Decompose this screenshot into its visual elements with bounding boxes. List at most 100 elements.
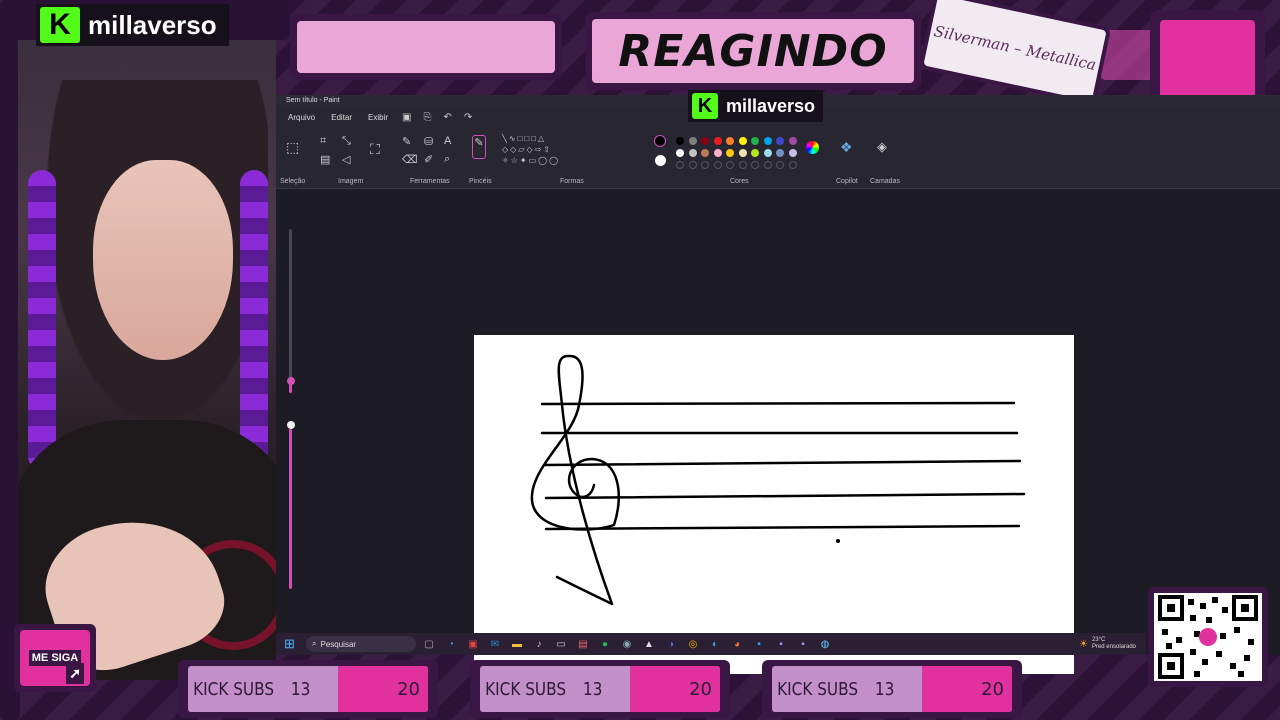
brush-size-slider-handle[interactable] [286, 377, 295, 385]
staff-line [544, 524, 1021, 531]
title-panel: REAGINDO [585, 12, 921, 90]
save-icon[interactable]: ▣ [396, 112, 417, 123]
sub-goal-current: 13 [290, 678, 311, 700]
custom-color-slot[interactable] [788, 161, 797, 169]
music-icon[interactable]: ♪ [530, 637, 548, 651]
browser-icon[interactable]: ◐ [706, 637, 724, 651]
resize-icon[interactable]: ⤡ [342, 135, 351, 148]
selection-icon[interactable]: ⬚ [286, 139, 299, 156]
opacity-slider[interactable] [289, 429, 292, 589]
shapes-gallery[interactable]: ╲∿□□□△ ◇◇▱◇⇨⇧ ✧☆✦▭◯◯ [502, 133, 586, 169]
cursor-dot [836, 539, 840, 543]
crop-icon[interactable]: ⌗ [320, 135, 326, 148]
terminal-icon[interactable]: ▭ [552, 637, 570, 651]
color-swatch[interactable] [776, 149, 784, 157]
color-swatch[interactable] [688, 149, 697, 157]
custom-color-slot[interactable] [701, 161, 709, 169]
custom-color-slot[interactable] [738, 161, 747, 169]
drawing-canvas[interactable] [474, 335, 1074, 674]
color-swatch[interactable] [788, 149, 797, 157]
weather-widget[interactable]: ☀ 23°C Pred ensolarado [1079, 637, 1146, 651]
brush-icon[interactable]: ✎ [472, 135, 486, 159]
brush-size-slider[interactable] [289, 229, 292, 389]
color-swatch[interactable] [763, 137, 772, 145]
brand-name: millaverso [88, 9, 217, 40]
sub-goal-label: KICK SUBS [193, 678, 275, 700]
redo-icon[interactable]: ↷ [458, 112, 478, 123]
taskbar-search[interactable]: ⌕ Pesquisar [306, 636, 416, 652]
opacity-slider-handle[interactable] [286, 421, 295, 429]
custom-color-slot[interactable] [776, 161, 784, 169]
custom-color-slot[interactable] [713, 161, 722, 169]
folder-icon[interactable]: ▬ [508, 637, 526, 651]
color-swatch[interactable] [676, 137, 684, 145]
secondary-color-swatch[interactable] [655, 155, 666, 166]
menu-arquivo[interactable]: Arquivo [280, 113, 323, 122]
steam-icon[interactable]: ◉ [618, 637, 636, 651]
edge-icon[interactable]: ◔ [442, 637, 460, 651]
pencil-icon[interactable]: ✎ [402, 135, 411, 148]
store-icon[interactable]: ▣ [464, 637, 482, 651]
color-swatch[interactable] [751, 149, 759, 157]
chrome-icon[interactable]: ◎ [684, 637, 702, 651]
sub-goal-current: 13 [874, 678, 895, 700]
color-swatch[interactable] [738, 149, 747, 157]
after-effects-icon[interactable]: ▪ [772, 637, 790, 651]
color-swatch[interactable] [713, 137, 722, 145]
outlook-icon[interactable]: ✉ [486, 637, 504, 651]
custom-color-slot[interactable] [751, 161, 759, 169]
text-icon[interactable]: A [444, 135, 451, 147]
custom-color-slot[interactable] [726, 161, 734, 169]
flip-icon[interactable]: ◁ [342, 153, 350, 166]
firefox-icon[interactable]: ◕ [728, 637, 746, 651]
custom-color-slot[interactable] [688, 161, 697, 169]
canvas-area [276, 189, 1280, 674]
group-label-copilot: Copilot [836, 178, 858, 185]
color-swatch[interactable] [676, 149, 684, 157]
globe-icon[interactable]: ◍ [816, 637, 834, 651]
color-swatch[interactable] [763, 149, 772, 157]
song-tag-text: Silverman – Metallica [932, 22, 1098, 74]
eraser-icon[interactable]: ⌫ [402, 153, 418, 166]
sub-goal-bar: KICK SUBS 13 20 [762, 660, 1022, 718]
sub-goal-bar: KICK SUBS 13 20 [470, 660, 730, 718]
color-swatch[interactable] [726, 149, 734, 157]
color-swatch[interactable] [776, 137, 784, 145]
brand-name: millaverso [726, 95, 816, 116]
edit-colors-icon[interactable] [806, 141, 819, 154]
color-swatch[interactable] [701, 137, 709, 145]
discord-icon[interactable]: ◑ [662, 637, 680, 651]
menu-exibir[interactable]: Exibir [360, 113, 396, 122]
windows-start-icon[interactable]: ⊞ [284, 636, 302, 652]
primary-color-swatch[interactable] [654, 135, 666, 147]
layers-icon[interactable]: ◈ [877, 139, 887, 155]
color-swatch[interactable] [751, 137, 759, 145]
file-explorer-icon[interactable]: ▢ [420, 637, 438, 651]
group-label-ferramentas: Ferramentas [410, 178, 450, 185]
magnifier-icon[interactable]: ⌕ [444, 153, 450, 166]
custom-color-slot[interactable] [676, 161, 684, 169]
share-icon[interactable]: ⎘ [418, 112, 438, 123]
brand-tag-top-left: K millaverso [36, 4, 229, 46]
color-swatch[interactable] [713, 149, 722, 157]
photos-icon[interactable]: ▤ [574, 637, 592, 651]
menu-editar[interactable]: Editar [323, 113, 360, 122]
color-picker-icon[interactable]: ✐ [424, 153, 433, 166]
staff-line [540, 401, 1016, 406]
custom-color-slot[interactable] [763, 161, 772, 169]
photoshop-icon[interactable]: ▪ [750, 637, 768, 651]
epic-icon[interactable]: ▲ [640, 637, 658, 651]
copilot-icon[interactable]: ❖ [840, 139, 853, 156]
spotify-icon[interactable]: ● [596, 637, 614, 651]
premiere-icon[interactable]: ▪ [794, 637, 812, 651]
fill-icon[interactable]: ⛁ [424, 135, 433, 148]
undo-icon[interactable]: ↶ [438, 112, 458, 123]
color-swatch[interactable] [738, 137, 747, 145]
color-swatch[interactable] [688, 137, 697, 145]
color-swatch[interactable] [726, 137, 734, 145]
rotate-icon[interactable]: ▤ [320, 153, 330, 166]
image-select-icon[interactable]: ⛶ [370, 141, 380, 158]
color-swatch[interactable] [701, 149, 709, 157]
color-swatch[interactable] [788, 137, 797, 145]
webcam-feed [18, 40, 276, 680]
